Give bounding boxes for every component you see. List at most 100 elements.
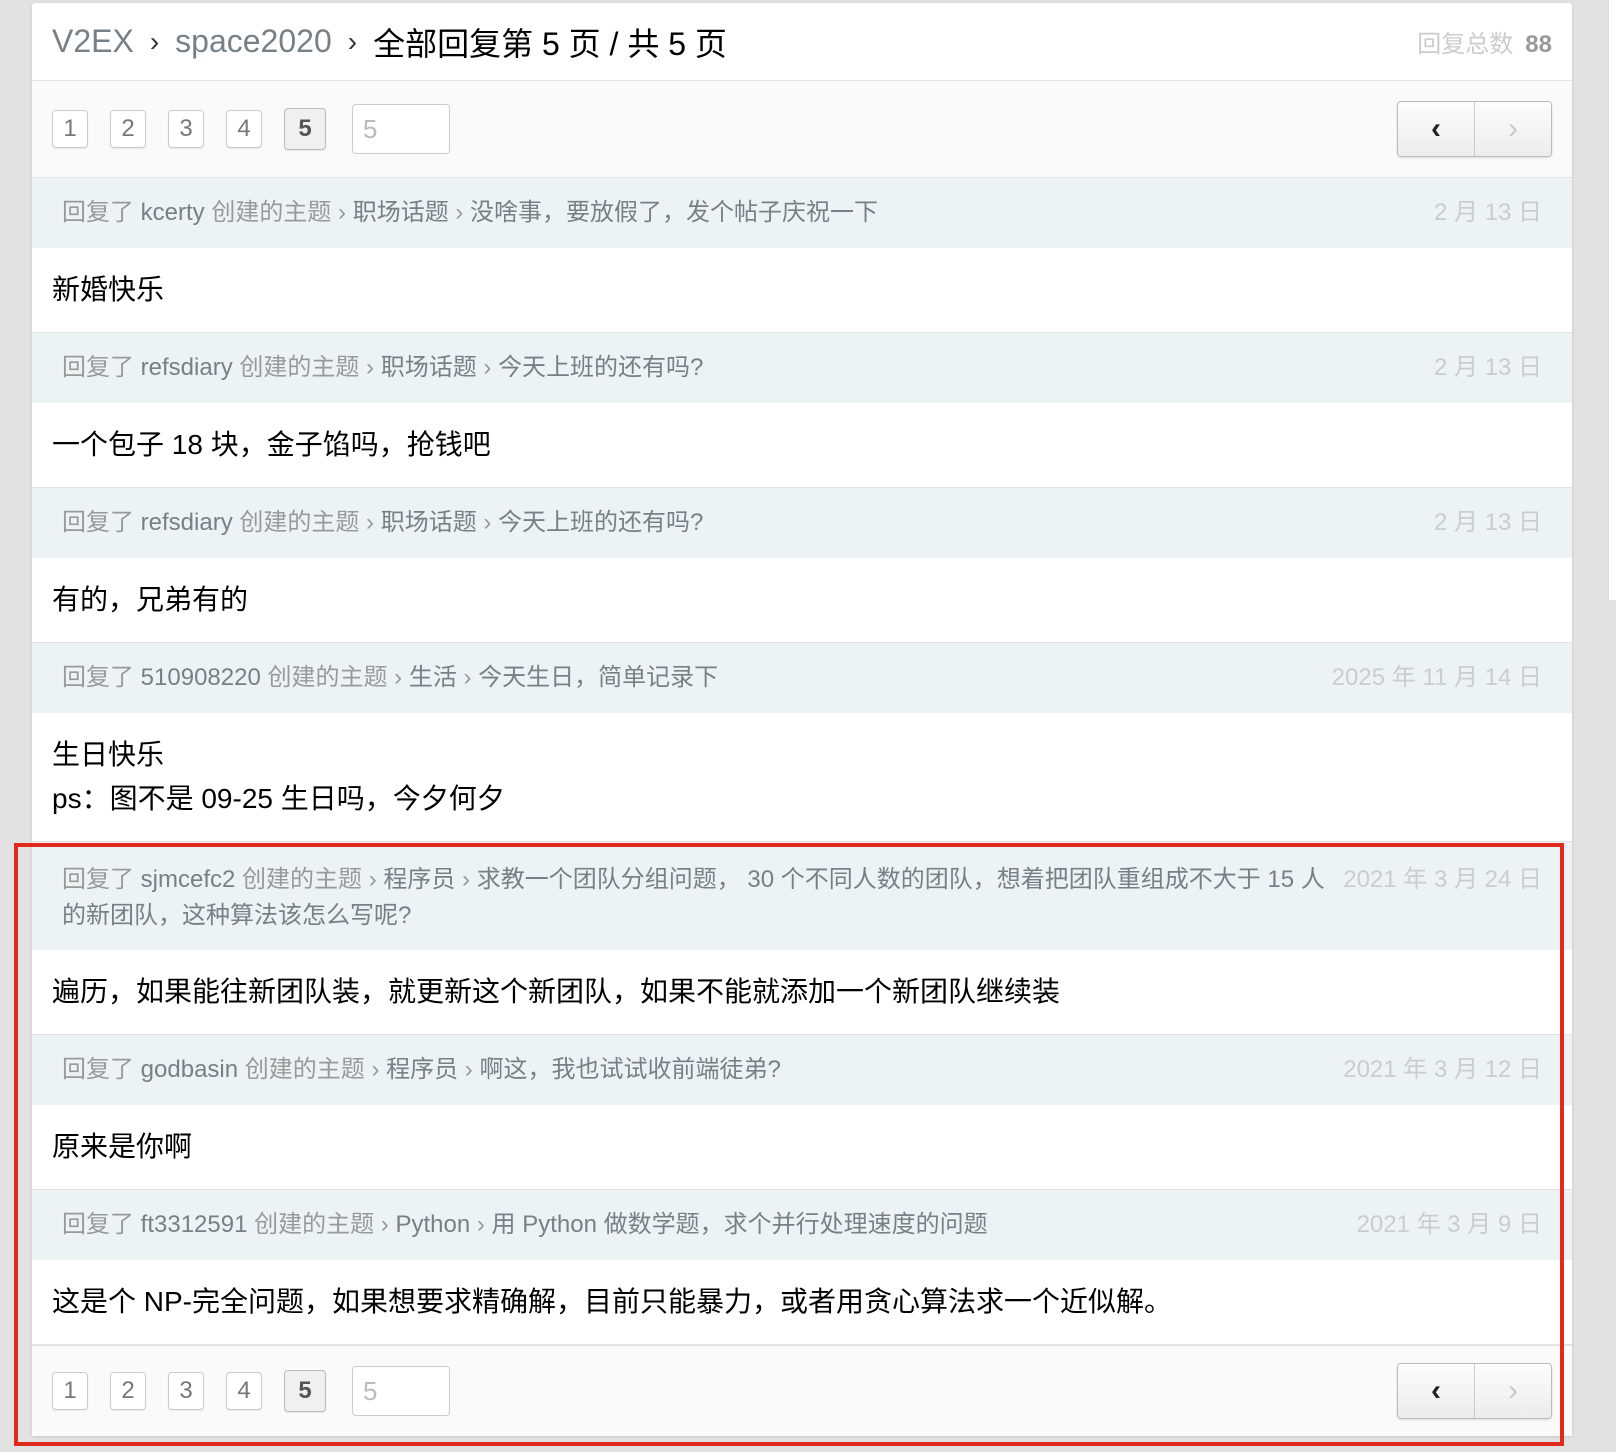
reply-list: 回复了 kcerty 创建的主题 › 职场话题 › 没啥事，要放假了，发个帖子庆…	[32, 178, 1572, 1345]
reply-date: 2 月 13 日	[1433, 199, 1542, 226]
reply-prefix: 回复了	[62, 866, 134, 893]
page-jump-input[interactable]: 5	[352, 104, 450, 154]
reply-context: 回复了 godbasin 创建的主题 › 程序员 › 啊这，我也试试收前端徒弟?	[62, 1052, 1329, 1088]
reply-mid-text: 创建的主题	[242, 866, 363, 893]
prev-page-button[interactable]: ‹	[1398, 1364, 1475, 1418]
prev-page-button[interactable]: ‹	[1398, 102, 1475, 156]
page-title: 全部回复第 5 页 / 共 5 页	[373, 25, 727, 62]
right-edge-panel	[1608, 0, 1616, 600]
reply-prefix: 回复了	[62, 1056, 134, 1083]
topic-link[interactable]: 用 Python 做数学题，求个并行处理速度的问题	[492, 1211, 988, 1238]
reply-date: 2021 年 3 月 9 日	[1356, 1211, 1542, 1238]
next-page-button[interactable]: ›	[1475, 1364, 1551, 1418]
reply-content: 这是个 NP-完全问题，如果想要求精确解，目前只能暴力，或者用贪心算法求一个近似…	[32, 1260, 1572, 1345]
breadcrumb-user-link[interactable]: space2020	[175, 23, 332, 60]
context-separator: ›	[463, 664, 472, 691]
reply-prefix: 回复了	[62, 664, 134, 691]
reply-content: 新婚快乐	[32, 248, 1572, 333]
topic-link[interactable]: 啊这，我也试试收前端徒弟?	[479, 1056, 780, 1083]
reply-date: 2 月 13 日	[1433, 509, 1542, 536]
reply-context: 回复了 kcerty 创建的主题 › 职场话题 › 没啥事，要放假了，发个帖子庆…	[62, 195, 1420, 231]
page-link-4[interactable]: 4	[226, 110, 262, 148]
page-list: 1 2 3 4 5 5	[52, 1366, 450, 1416]
reply-context: 回复了 ft3312591 创建的主题 › Python › 用 Python …	[62, 1207, 1343, 1243]
reply-total: 回复总数 88	[1417, 24, 1552, 59]
node-link[interactable]: 程序员	[383, 866, 455, 893]
reply-content: 一个包子 18 块，金子馅吗，抢钱吧	[32, 403, 1572, 488]
page-link-2[interactable]: 2	[110, 110, 146, 148]
topic-author-link[interactable]: godbasin	[141, 1056, 238, 1083]
reply-header: 回复了 ft3312591 创建的主题 › Python › 用 Python …	[32, 1190, 1572, 1260]
context-separator: ›	[394, 664, 403, 691]
context-separator: ›	[366, 354, 375, 381]
context-separator: ›	[483, 509, 492, 536]
reply-context: 回复了 refsdiary 创建的主题 › 职场话题 › 今天上班的还有吗?	[62, 350, 1420, 386]
page-header: V2EX › space2020 › 全部回复第 5 页 / 共 5 页 回复总…	[32, 3, 1572, 81]
reply-context: 回复了 510908220 创建的主题 › 生活 › 今天生日，简单记录下	[62, 660, 1318, 696]
chevron-right-icon: ›	[1508, 112, 1518, 145]
reply-context: 回复了 sjmcefc2 创建的主题 › 程序员 › 求教一个团队分组问题， 3…	[62, 862, 1329, 934]
topic-link[interactable]: 没啥事，要放假了，发个帖子庆祝一下	[470, 199, 878, 226]
page-jump-input[interactable]: 5	[352, 1366, 450, 1416]
reply-content-line: 遍历，如果能往新团队装，就更新这个新团队，如果不能就添加一个新团队继续装	[52, 976, 1061, 1007]
reply-header: 回复了 kcerty 创建的主题 › 职场话题 › 没啥事，要放假了，发个帖子庆…	[32, 178, 1572, 248]
context-separator: ›	[464, 1056, 473, 1083]
page-current: 5	[284, 108, 326, 150]
reply-content: 原来是你啊	[32, 1105, 1572, 1190]
reply-content: 遍历，如果能往新团队装，就更新这个新团队，如果不能就添加一个新团队继续装	[32, 950, 1572, 1035]
next-page-button[interactable]: ›	[1475, 102, 1551, 156]
context-separator: ›	[368, 866, 377, 893]
page-nav-buttons: ‹ ›	[1397, 1363, 1552, 1419]
reply-header: 回复了 510908220 创建的主题 › 生活 › 今天生日，简单记录下 202…	[32, 643, 1572, 713]
context-separator: ›	[476, 1211, 485, 1238]
reply-prefix: 回复了	[62, 1211, 134, 1238]
reply-date: 2 月 13 日	[1433, 354, 1542, 381]
node-link[interactable]: 职场话题	[381, 509, 477, 536]
topic-author-link[interactable]: ft3312591	[141, 1211, 248, 1238]
reply-mid-text: 创建的主题	[254, 1211, 375, 1238]
topic-author-link[interactable]: 510908220	[141, 664, 261, 691]
reply-date: 2021 年 3 月 12 日	[1343, 1056, 1542, 1083]
reply-content: 有的，兄弟有的	[32, 558, 1572, 643]
topic-author-link[interactable]: sjmcefc2	[141, 866, 236, 893]
chevron-left-icon: ‹	[1431, 112, 1441, 145]
node-link[interactable]: 程序员	[386, 1056, 458, 1083]
reply-prefix: 回复了	[62, 509, 134, 536]
node-link[interactable]: 生活	[409, 664, 457, 691]
reply-content-line: 有的，兄弟有的	[52, 584, 249, 615]
reply-header: 回复了 refsdiary 创建的主题 › 职场话题 › 今天上班的还有吗? 2 …	[32, 333, 1572, 403]
page-link-1[interactable]: 1	[52, 110, 88, 148]
reply-prefix: 回复了	[62, 199, 134, 226]
reply-prefix: 回复了	[62, 354, 134, 381]
topic-author-link[interactable]: refsdiary	[141, 354, 233, 381]
context-separator: ›	[455, 199, 464, 226]
breadcrumb-home-link[interactable]: V2EX	[52, 23, 134, 60]
reply-content-line: 新婚快乐	[52, 274, 165, 305]
page-link-2[interactable]: 2	[110, 1372, 146, 1410]
context-separator: ›	[380, 1211, 389, 1238]
page-link-3[interactable]: 3	[168, 110, 204, 148]
reply-mid-text: 创建的主题	[267, 664, 388, 691]
replies-box: V2EX › space2020 › 全部回复第 5 页 / 共 5 页 回复总…	[32, 3, 1572, 1436]
breadcrumb-separator: ›	[149, 25, 160, 57]
reply-header: 回复了 sjmcefc2 创建的主题 › 程序员 › 求教一个团队分组问题， 3…	[32, 842, 1572, 950]
page-list: 1 2 3 4 5 5	[52, 104, 450, 154]
page-link-4[interactable]: 4	[226, 1372, 262, 1410]
page-link-1[interactable]: 1	[52, 1372, 88, 1410]
topic-link[interactable]: 今天生日，简单记录下	[478, 664, 718, 691]
topic-link[interactable]: 今天上班的还有吗?	[498, 509, 703, 536]
page-link-3[interactable]: 3	[168, 1372, 204, 1410]
reply-content: 生日快乐 ps：图不是 09-25 生日吗，今夕何夕	[32, 713, 1572, 842]
node-link[interactable]: 职场话题	[353, 199, 449, 226]
topic-author-link[interactable]: refsdiary	[141, 509, 233, 536]
node-link[interactable]: 职场话题	[381, 354, 477, 381]
reply-content-line: 一个包子 18 块，金子馅吗，抢钱吧	[52, 429, 491, 460]
topic-author-link[interactable]: kcerty	[141, 199, 205, 226]
node-link[interactable]: Python	[395, 1211, 470, 1238]
topic-link[interactable]: 今天上班的还有吗?	[498, 354, 703, 381]
breadcrumb: V2EX › space2020 › 全部回复第 5 页 / 共 5 页	[52, 19, 727, 65]
context-separator: ›	[338, 199, 347, 226]
context-separator: ›	[462, 866, 471, 893]
reply-content-line: ps：图不是 09-25 生日吗，今夕何夕	[52, 783, 505, 814]
context-separator: ›	[366, 509, 375, 536]
